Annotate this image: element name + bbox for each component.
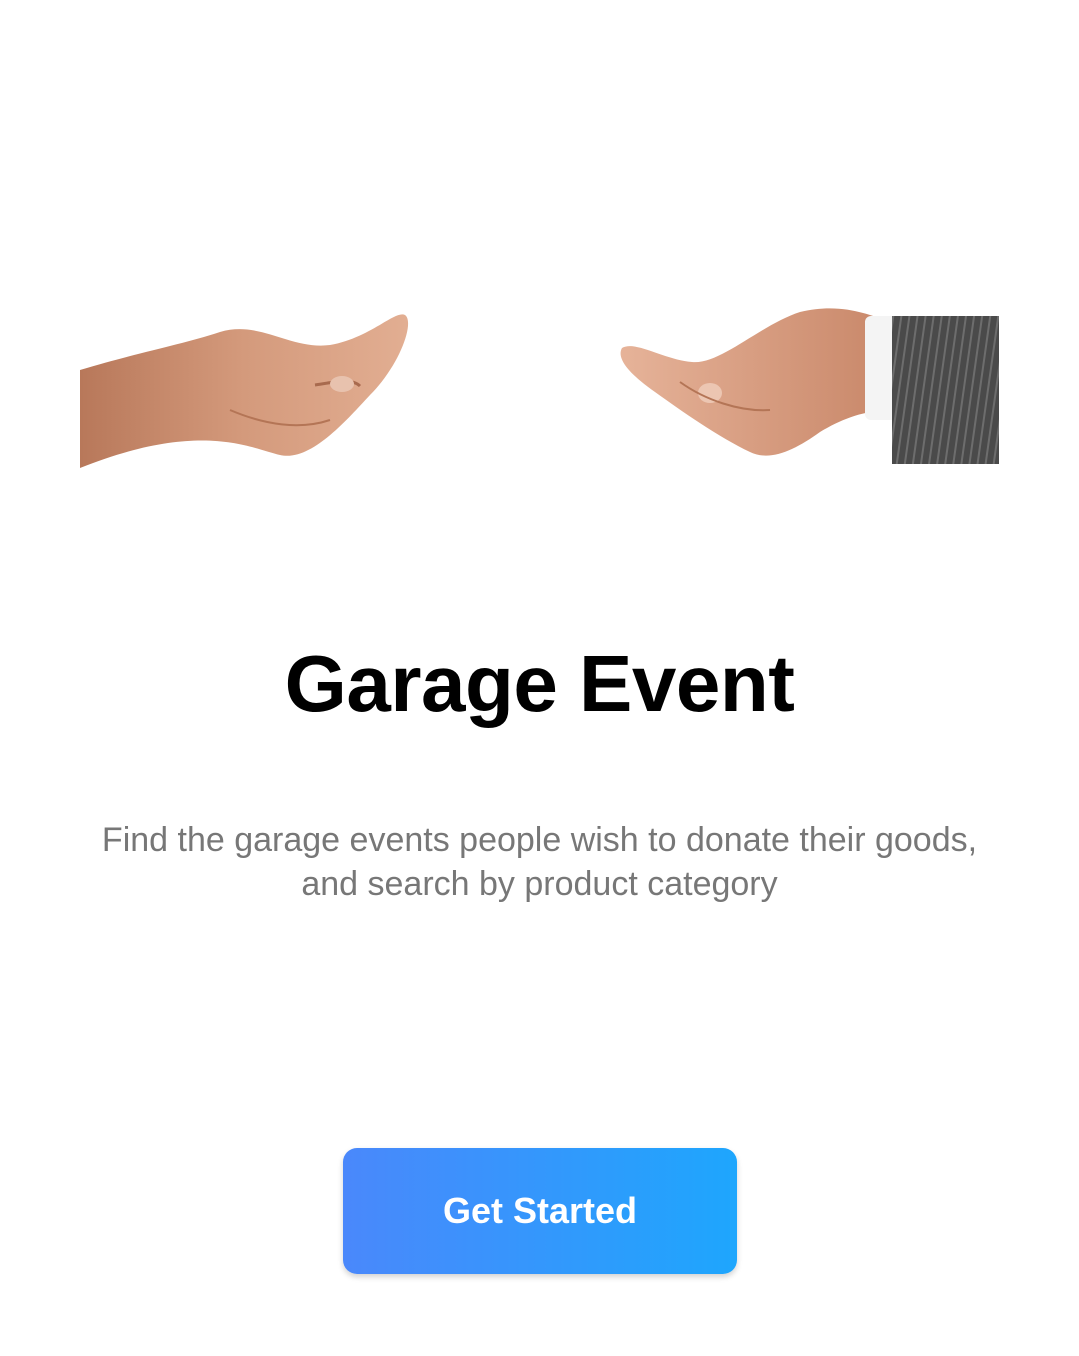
page-description: Find the garage events people wish to do…	[40, 818, 1039, 906]
get-started-button[interactable]: Get Started	[343, 1148, 737, 1274]
page-title: Garage Event	[284, 639, 795, 728]
right-hand-icon	[620, 308, 999, 464]
left-hand-icon	[80, 314, 409, 468]
description-line-2: and search by product category	[301, 865, 778, 903]
description-line-1: Find the garage events people wish to do…	[101, 821, 978, 859]
hero-hands-image	[80, 290, 999, 490]
